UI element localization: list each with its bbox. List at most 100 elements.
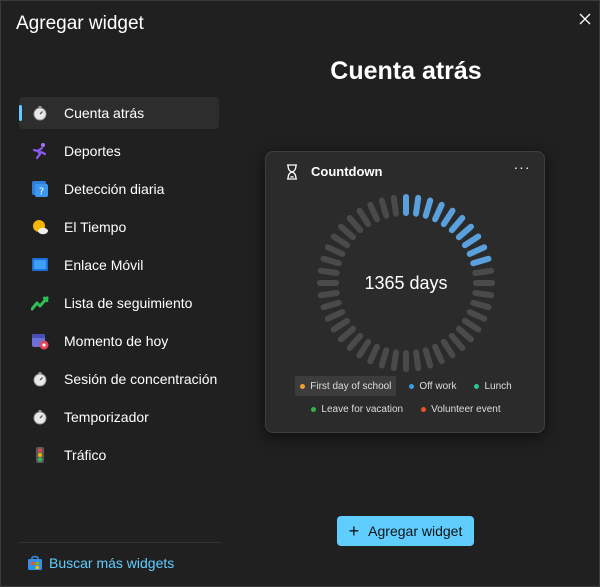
legend-label: Volunteer event — [431, 403, 501, 415]
event-legend: First day of school Off work Lunch Leave… — [266, 376, 546, 422]
ring-segment — [330, 317, 351, 333]
ring-segment — [320, 255, 342, 267]
ring-segment — [461, 233, 482, 249]
sidebar-item-focus-session[interactable]: Sesión de concentración — [19, 363, 219, 395]
phone-link-icon — [31, 256, 49, 274]
close-button[interactable] — [573, 7, 597, 31]
legend-item-leave-for-vacation[interactable]: Leave for vacation — [306, 399, 408, 419]
ring-segment — [356, 207, 372, 228]
sidebar-item-timer[interactable]: Temporizador — [19, 401, 219, 433]
legend-label: Lunch — [484, 380, 512, 392]
legend-dot — [311, 406, 317, 412]
sidebar-item-sports[interactable]: Deportes — [19, 135, 219, 167]
ring-segment — [422, 197, 434, 219]
sidebar-item-label: El Tiempo — [64, 219, 127, 235]
countdown-days: 1365 days — [364, 273, 448, 293]
ring-segment — [320, 299, 342, 311]
ring-segment — [422, 347, 434, 369]
ring-segment — [461, 317, 482, 333]
close-icon — [579, 13, 591, 25]
ring-segment — [413, 194, 422, 217]
ring-segment — [432, 343, 445, 365]
ring-segment — [440, 338, 456, 359]
sidebar-item-label: Tráfico — [64, 447, 107, 463]
sidebar-item-today-moment[interactable]: Momento de hoy — [19, 325, 219, 357]
stopwatch-icon — [31, 104, 49, 122]
runner-icon — [31, 142, 49, 160]
legend-dot — [300, 383, 306, 389]
stopwatch-icon — [31, 370, 49, 388]
sidebar-item-label: Enlace Móvil — [64, 257, 144, 273]
ring-segment — [338, 325, 357, 343]
sidebar-item-label: Temporizador — [64, 409, 149, 425]
ring-segment — [455, 223, 474, 241]
find-more-widgets-link[interactable]: Buscar más widgets — [27, 553, 174, 573]
ring-segment — [346, 332, 364, 351]
sidebar-item-weather[interactable]: El Tiempo — [19, 211, 219, 243]
ring-segment — [338, 223, 357, 241]
countdown-progress-ring — [317, 194, 495, 372]
legend-dot — [409, 383, 415, 389]
sidebar-item-label: Detección diaria — [64, 181, 165, 197]
ring-segment — [390, 194, 399, 217]
traffic-light-icon — [31, 446, 49, 464]
stock-chart-icon — [31, 294, 49, 312]
ring-segment — [378, 347, 390, 369]
add-widget-label: Agregar widget — [368, 523, 463, 539]
sidebar-item-watchlist[interactable]: Lista de seguimiento — [19, 287, 219, 319]
sidebar-item-label: Cuenta atrás — [64, 105, 145, 121]
sidebar-item-label: Lista de seguimiento — [64, 295, 193, 311]
legend-item-volunteer-event[interactable]: Volunteer event — [416, 399, 506, 419]
ring-segment — [470, 299, 492, 311]
ring-segment — [470, 255, 492, 267]
sidebar-item-countdown[interactable]: Cuenta atrás — [19, 97, 219, 129]
ring-segment — [432, 201, 445, 223]
selected-widget-heading: Cuenta atrás — [330, 57, 482, 85]
legend-row: First day of school Off work Lunch — [266, 376, 546, 396]
sidebar-divider — [19, 542, 221, 543]
sidebar-item-phone-link[interactable]: Enlace Móvil — [19, 249, 219, 281]
sidebar-item-label: Deportes — [64, 143, 121, 159]
ring-segment — [346, 215, 364, 234]
ring-segment — [413, 349, 422, 372]
sidebar-item-label: Momento de hoy — [64, 333, 169, 349]
ring-segment — [324, 309, 346, 322]
widget-preview-card: Countdown ··· 1365 days First day of sch… — [265, 151, 545, 433]
find-more-widgets-label: Buscar más widgets — [49, 555, 175, 571]
ring-segment — [466, 244, 488, 257]
widget-list: Cuenta atrás Deportes ? Detección diaria… — [19, 97, 219, 477]
svg-text:?: ? — [39, 187, 44, 198]
dialog-title: Agregar widget — [16, 13, 144, 34]
legend-label: Off work — [419, 380, 457, 392]
sidebar-item-label: Sesión de concentración — [64, 371, 218, 387]
ring-segment — [356, 338, 372, 359]
question-tile-icon: ? — [31, 180, 49, 198]
sidebar-item-traffic[interactable]: Tráfico — [19, 439, 219, 471]
legend-label: First day of school — [310, 380, 392, 392]
add-widget-button[interactable]: + Agregar widget — [337, 516, 474, 546]
ring-segment — [324, 244, 346, 257]
ring-segment — [367, 343, 380, 365]
plus-icon: + — [348, 521, 360, 541]
legend-label: Leave for vacation — [321, 403, 404, 415]
legend-dot — [421, 406, 427, 412]
sun-cloud-icon — [31, 218, 49, 236]
add-widget-dialog: Agregar widget Cuenta atrás Deportes ? D… — [0, 0, 600, 587]
legend-item-lunch[interactable]: Lunch — [469, 376, 516, 396]
ring-segment — [390, 349, 399, 372]
ring-segment — [367, 201, 380, 223]
ring-segment — [440, 207, 456, 228]
sidebar-item-daily-detection[interactable]: ? Detección diaria — [19, 173, 219, 205]
store-icon — [28, 555, 42, 570]
legend-item-first-day-of-school[interactable]: First day of school — [295, 376, 397, 396]
stopwatch-icon — [31, 408, 49, 426]
ring-segment — [448, 215, 466, 234]
ring-segment — [466, 309, 488, 322]
ring-segment — [330, 233, 351, 249]
legend-item-off-work[interactable]: Off work — [404, 376, 461, 396]
calendar-star-icon — [31, 332, 49, 350]
legend-dot — [474, 383, 480, 389]
legend-row: Leave for vacation Volunteer event — [266, 399, 546, 419]
ring-segment — [455, 325, 474, 343]
ring-segment — [378, 197, 390, 219]
